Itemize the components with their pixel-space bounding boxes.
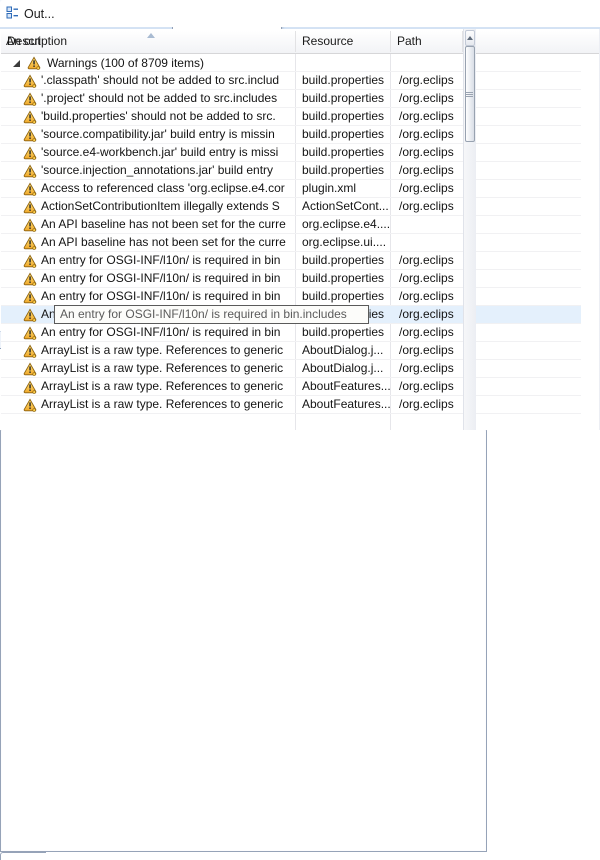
problems-view-panel: J LazyStackRenderer.java Problems bbox=[0, 0, 600, 852]
eclipse-workbench: clipsent [cv.eclons.sderersworklch.reava… bbox=[0, 0, 600, 860]
cell-text-tooltip: An entry for OSGI-INF/l10n/ is required … bbox=[54, 305, 369, 324]
tab-outline[interactable]: Out... bbox=[0, 0, 600, 27]
tab-label: Out... bbox=[24, 6, 55, 21]
outline-icon bbox=[6, 6, 19, 22]
outline-message: An out bbox=[6, 34, 41, 48]
outline-view-panel: Out... An out bbox=[0, 0, 600, 860]
